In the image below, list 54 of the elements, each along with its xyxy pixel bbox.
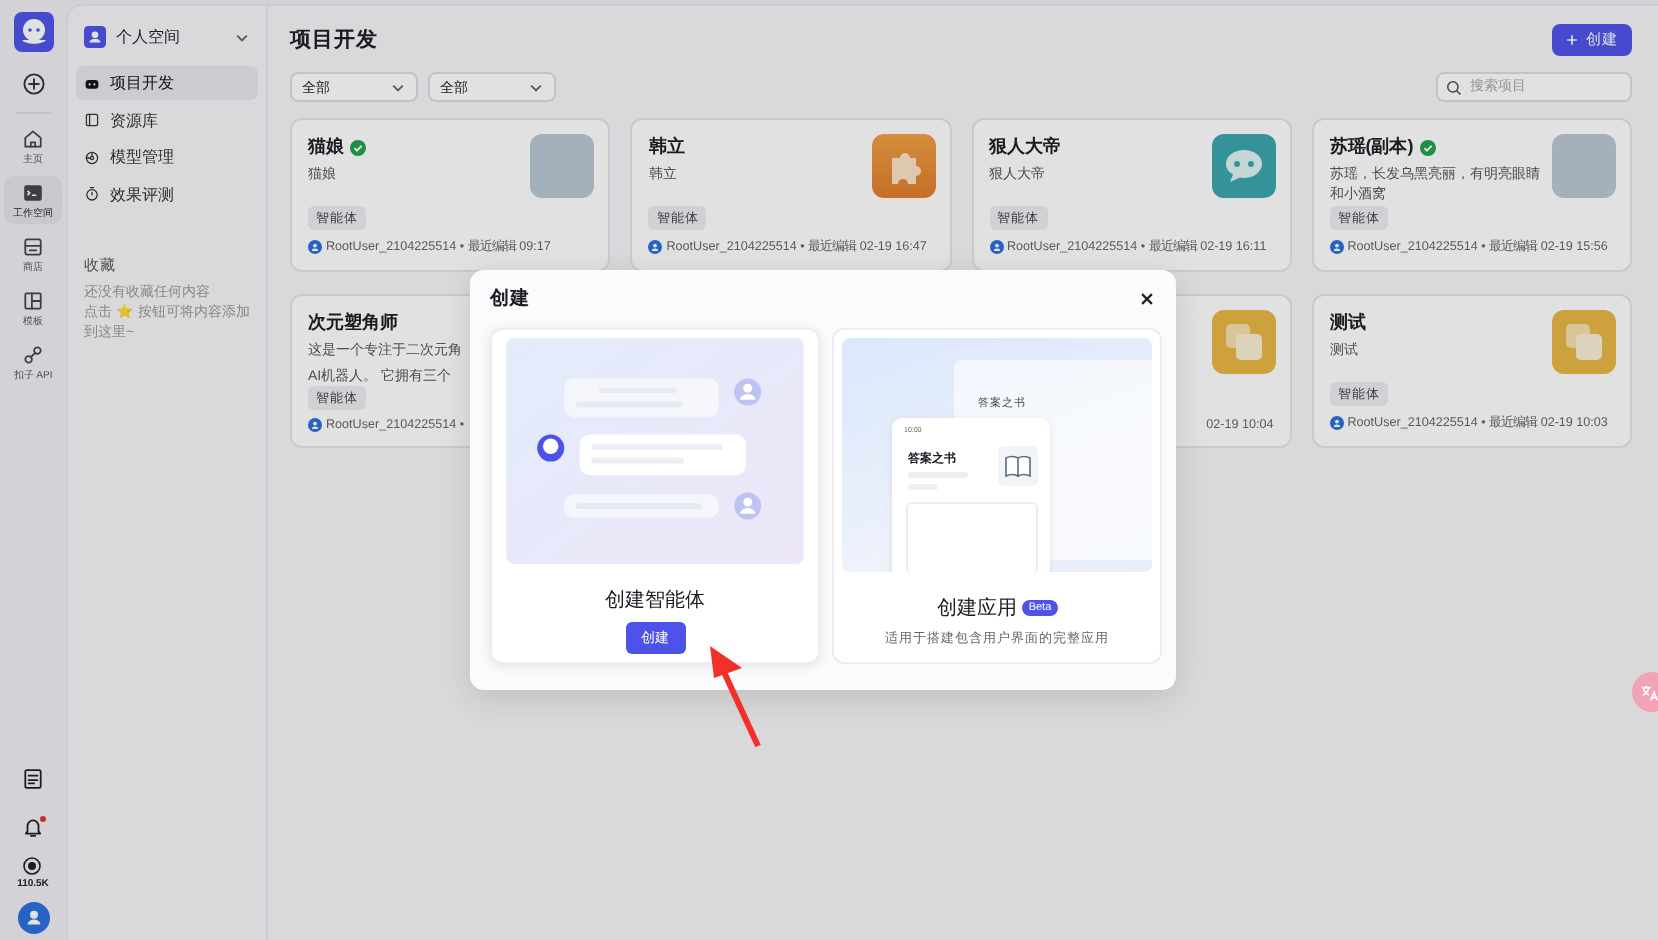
link-icon (22, 344, 44, 366)
avatar-icon (17, 902, 49, 934)
photo-placeholder (1552, 134, 1616, 198)
space-selector[interactable]: 个人空间 (76, 22, 258, 52)
verified-check-icon (1419, 139, 1436, 155)
terminal-icon (22, 182, 44, 204)
stacked-squares-icon (1211, 310, 1276, 374)
nav-item[interactable]: 资源库 (76, 103, 258, 137)
coin-icon (22, 856, 43, 876)
card-title: 次元塑角师 (308, 310, 398, 336)
avatar-icon (308, 240, 322, 254)
translate-icon (1640, 683, 1658, 701)
verified-check-icon (350, 139, 366, 155)
timer-icon (84, 186, 100, 202)
nav-item[interactable]: 效果评测 (76, 177, 258, 211)
card-title: 测试 (1329, 310, 1366, 336)
page-title: 项目开发 (290, 26, 378, 54)
option-title: 创建应用 (936, 595, 1017, 622)
nav-item[interactable]: 模型管理 (76, 140, 258, 174)
puzzle-icon (871, 134, 935, 198)
plus-icon (1566, 34, 1578, 46)
avatar-icon (1329, 416, 1344, 430)
avatar-icon (308, 418, 322, 432)
close-icon (1140, 291, 1154, 305)
store-icon (22, 236, 44, 258)
avatar-icon (989, 240, 1003, 254)
document-icon (22, 768, 44, 790)
chat-bubble-icon (1211, 134, 1276, 198)
option-title: 创建智能体 (605, 587, 705, 614)
card-title: 猫娘 (308, 134, 344, 160)
person-icon (84, 26, 106, 48)
nav-item[interactable]: 项目开发 (76, 66, 258, 100)
chevron-down-icon (390, 79, 406, 95)
model-icon (84, 149, 100, 165)
stacked-squares-icon (1552, 310, 1616, 374)
add-icon (21, 72, 45, 96)
card-title: 狠人大帝 (989, 134, 1061, 160)
robot-icon (84, 75, 100, 91)
card-title: 苏瑶(副本) (1329, 134, 1414, 160)
search-icon (1446, 79, 1462, 95)
book-icon (998, 446, 1038, 486)
home-icon (22, 128, 44, 150)
card-title: 韩立 (648, 134, 685, 160)
bell-icon (22, 816, 44, 838)
arrow-annotation (704, 644, 764, 748)
chevron-down-icon (234, 29, 250, 45)
chevron-down-icon (528, 79, 544, 95)
close-button[interactable] (1140, 291, 1154, 305)
avatar-icon (1329, 240, 1344, 254)
logo-icon (13, 12, 53, 52)
photo-placeholder (530, 134, 595, 198)
layout-icon (22, 290, 44, 312)
folder-icon (84, 112, 100, 128)
avatar-icon (648, 240, 663, 254)
